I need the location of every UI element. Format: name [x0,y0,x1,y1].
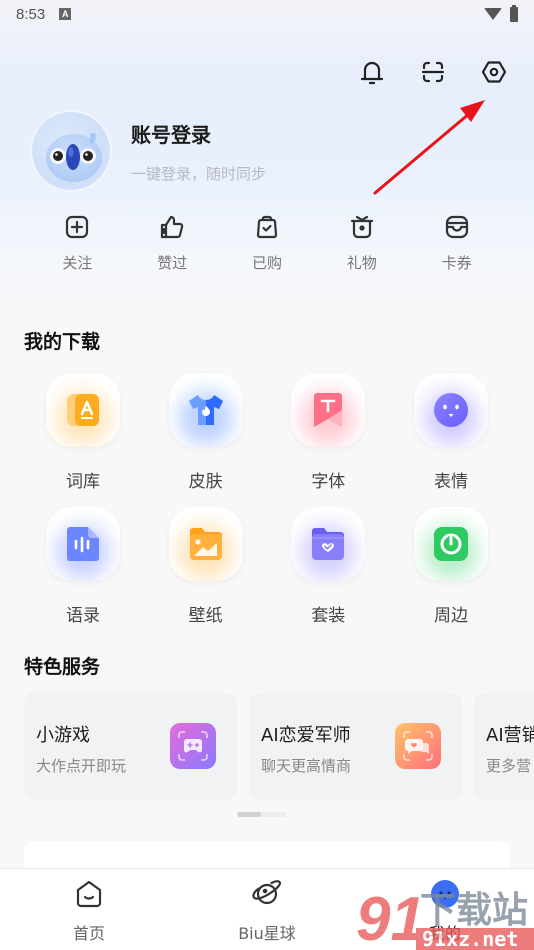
download-tile [291,373,366,447]
service-card-subtitle: 大作点开即玩 [36,757,127,775]
download-item-dictionary[interactable]: 词库 [46,373,120,492]
download-item-merch[interactable]: 周边 [413,507,488,626]
download-item-label: 词库 [66,472,100,492]
tab-label: 首页 [72,924,105,943]
services-carousel[interactable]: 小游戏 大作点开即玩 AI恋爱军师 聊天更高情商 AI营销 更多营 [24,693,534,800]
home-icon [76,880,102,908]
quick-link-coupon[interactable]: 卡券 [409,213,504,273]
merch-power-icon [433,527,468,561]
profile-face-icon [431,880,459,908]
quick-link-label: 卡券 [441,254,472,272]
tab-label: 我的 [428,924,461,943]
download-tile [291,507,366,581]
services-title: 特色服务 [24,656,101,678]
quick-link-label: 关注 [62,254,93,272]
tab-mine[interactable]: 我的 [356,869,534,950]
quick-link-gift[interactable]: 礼物 [314,213,409,273]
download-item-label: 字体 [311,472,346,492]
download-item-bundle[interactable]: 套装 [291,507,366,626]
download-item-quotes[interactable]: 语录 [46,507,120,626]
downloads-title: 我的下载 [24,331,101,353]
download-item-label: 表情 [433,472,468,492]
quick-link-label: 礼物 [346,254,377,272]
tab-biu-planet[interactable]: Biu星球 [178,869,356,950]
service-card-ai-love-advisor[interactable]: AI恋爱军师 聊天更高情商 [249,693,462,800]
download-item-label: 套装 [311,606,346,626]
service-card-subtitle: 聊天更高情商 [261,757,352,775]
quick-links: 关注 赞过 已购 礼物 卡券 [0,213,534,273]
service-card-ai-marketing[interactable]: AI营销 更多营 [474,693,534,800]
voice-doc-icon [67,527,99,561]
download-item-label: 语录 [66,606,100,626]
tab-label: Biu星球 [238,924,296,943]
quick-link-label: 赞过 [157,254,188,272]
planet-icon [252,880,282,905]
service-card-title: 小游戏 [36,725,90,746]
service-card-subtitle: 更多营 [486,757,532,775]
gamepad-icon [170,723,216,769]
shopping-bag-check-icon [256,215,278,239]
download-item-label: 壁纸 [188,606,223,626]
tshirt-icon [188,395,223,425]
carousel-scroll-indicator [237,812,286,817]
service-card-title: AI营销 [486,725,534,746]
quick-link-purchased[interactable]: 已购 [220,213,315,273]
plus-square-icon [66,215,89,239]
download-item-emoji[interactable]: 表情 [413,373,488,492]
thumbs-up-icon [161,215,184,239]
wallpaper-folder-icon [189,528,222,560]
quick-link-follow[interactable]: 关注 [30,213,125,273]
gift-icon [350,215,373,239]
downloads-grid-row-1: 词库 皮肤 字体 表情 [0,373,534,492]
emoji-face-icon [433,393,468,427]
coupon-icon [445,215,468,239]
bottom-tab-bar: 首页 Biu星球 我的 [0,868,534,950]
download-tile [413,373,488,447]
service-card-mini-games[interactable]: 小游戏 大作点开即玩 [24,693,237,800]
download-tile [413,507,488,581]
download-tile [168,507,243,581]
font-bookmark-icon [314,393,343,427]
dictionary-icon [67,394,99,426]
download-item-label: 皮肤 [188,472,223,492]
tab-home[interactable]: 首页 [0,869,178,950]
quick-link-liked[interactable]: 赞过 [125,213,220,273]
download-item-wallpaper[interactable]: 壁纸 [168,507,243,626]
carousel-scroll-thumb [237,812,261,817]
chat-hearts-icon [395,723,441,769]
download-item-label: 周边 [433,606,468,626]
download-item-skin[interactable]: 皮肤 [168,373,243,492]
quick-link-label: 已购 [251,254,282,272]
annotation-arrow-icon [373,100,485,195]
download-item-font[interactable]: 字体 [291,373,366,492]
download-tile [46,373,120,447]
download-tile [168,373,243,447]
downloads-grid-row-2: 语录 壁纸 套装 周边 [0,507,534,626]
bundle-folder-icon [312,528,345,560]
service-card-title: AI恋爱军师 [261,725,351,746]
download-tile [46,507,120,581]
